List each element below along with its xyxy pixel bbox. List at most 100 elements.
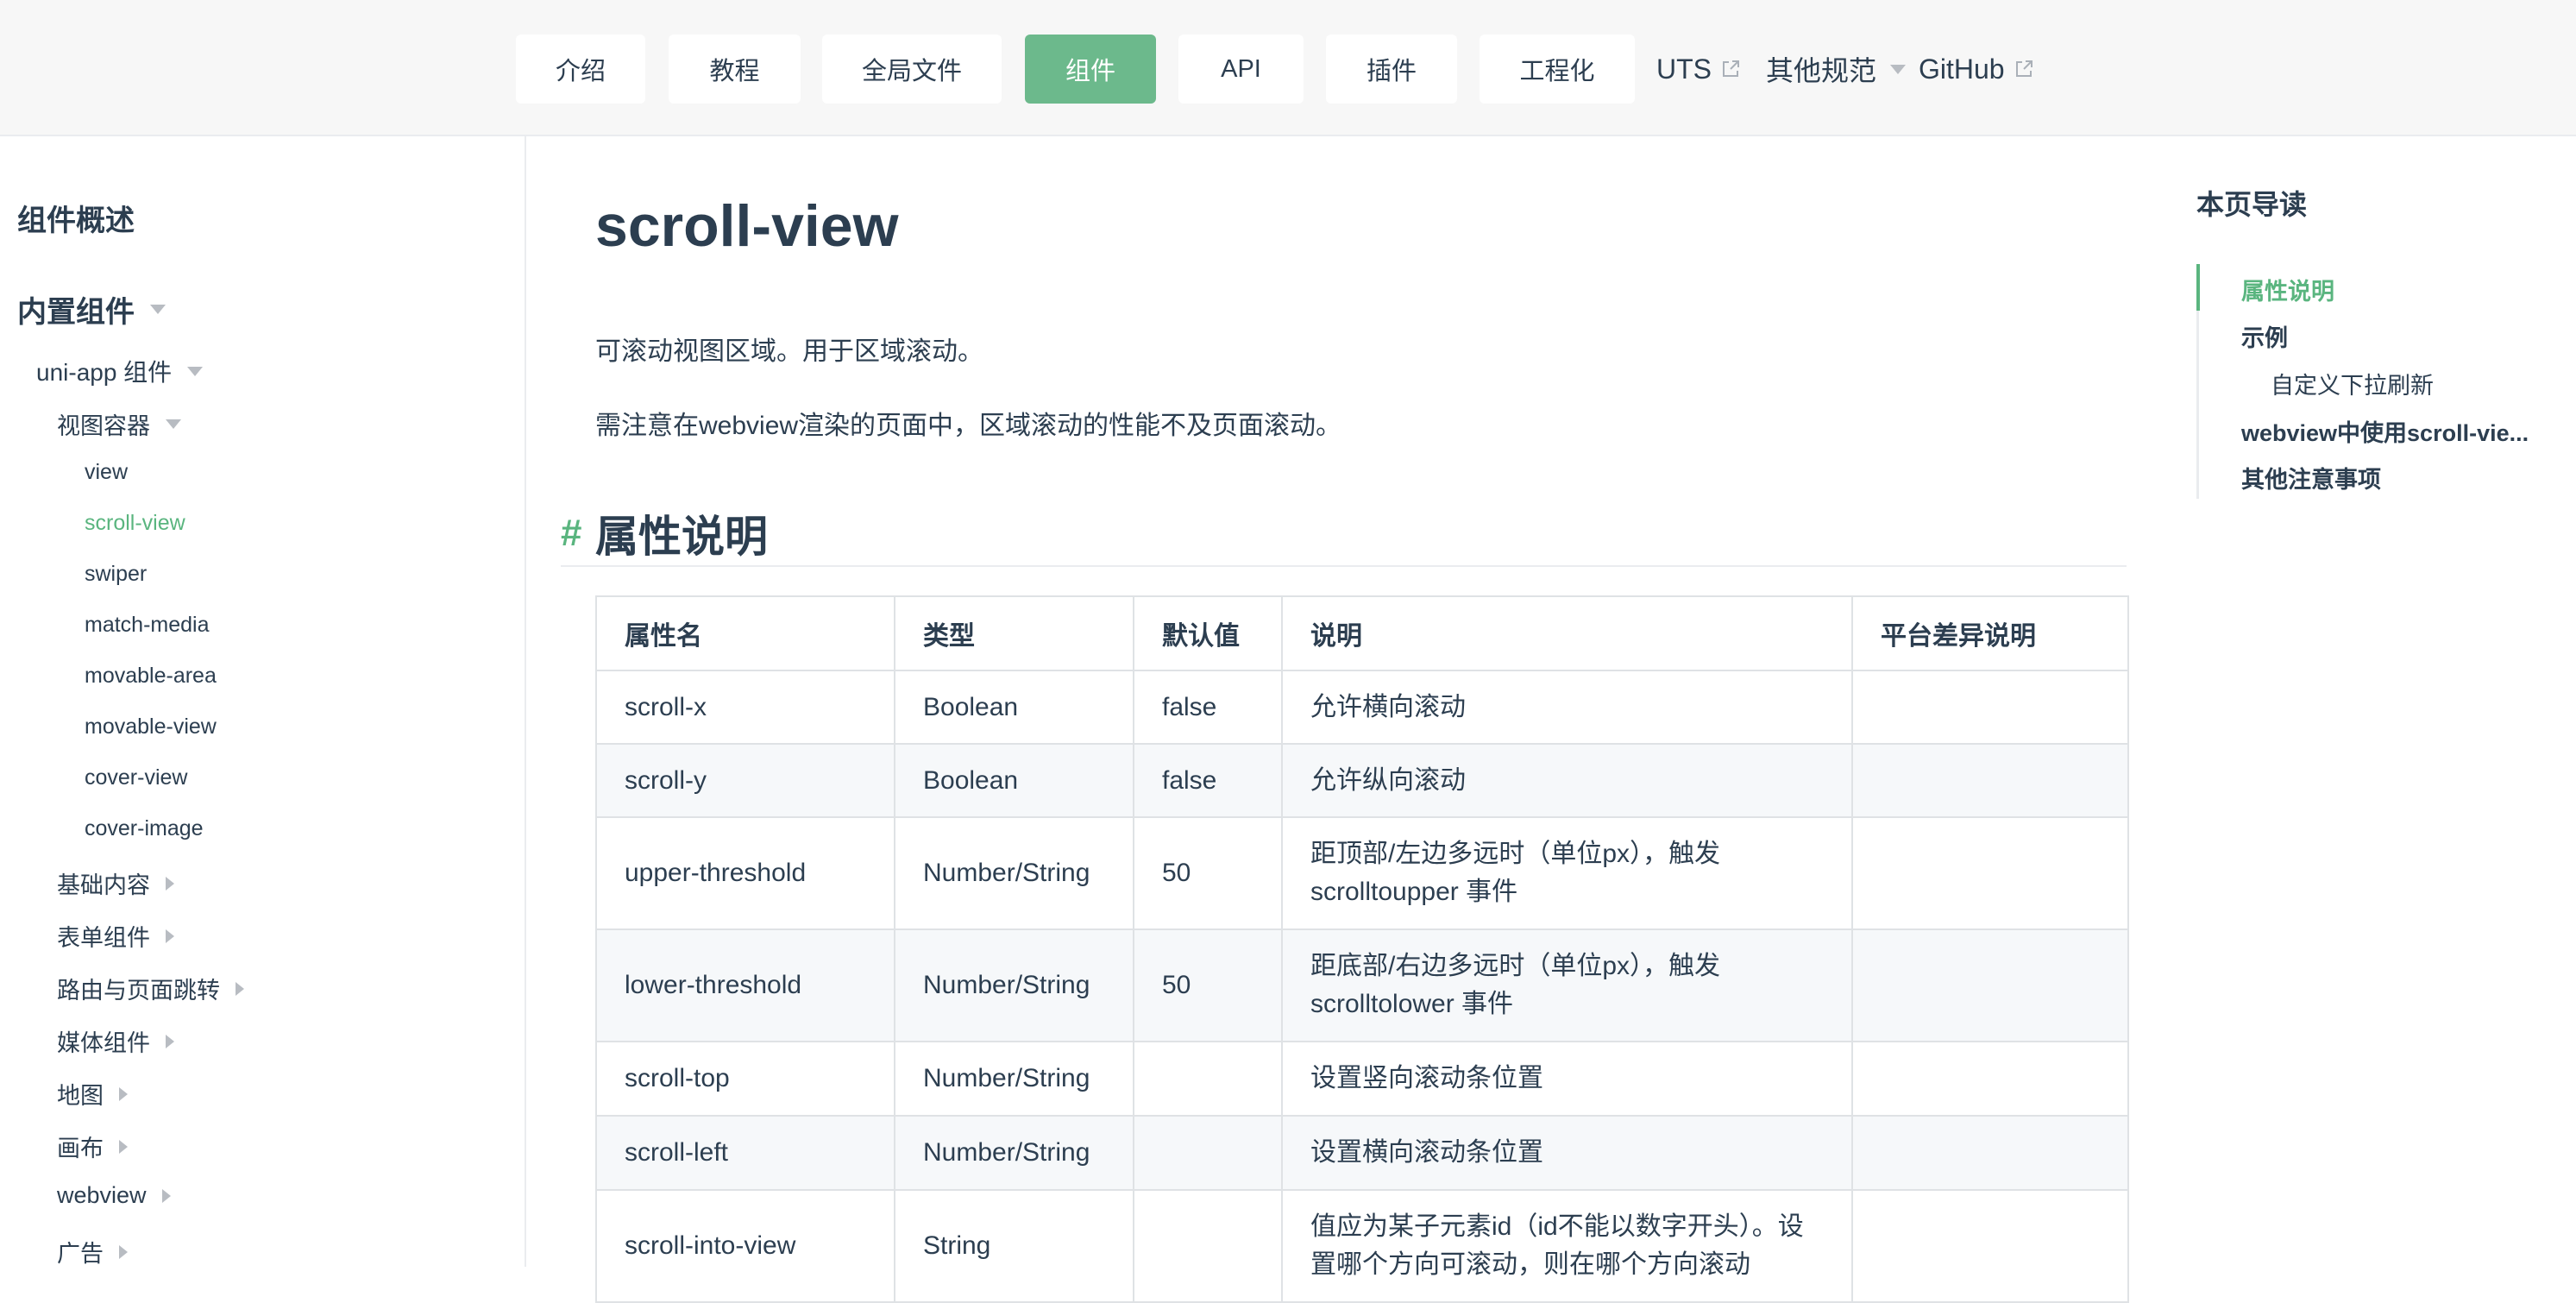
table-row: scroll-x Boolean false 允许横向滚动 xyxy=(596,670,2128,744)
toc-item-custom-refresh[interactable]: 自定义下拉刷新 xyxy=(2271,367,2434,400)
sidebar-item-overview[interactable]: 组件概述 xyxy=(17,197,135,239)
sidebar-item-view[interactable]: view xyxy=(85,460,128,485)
table-row: scroll-y Boolean false 允许纵向滚动 xyxy=(596,744,2128,817)
table-row: scroll-top Number/String 设置竖向滚动条位置 xyxy=(596,1042,2128,1116)
table-cell: 设置竖向滚动条位置 xyxy=(1282,1042,1852,1116)
table-cell xyxy=(1134,1116,1282,1190)
table-cell: scroll-into-view xyxy=(596,1190,895,1302)
toc-item-example[interactable]: 示例 xyxy=(2241,319,2288,353)
table-cell: Number/String xyxy=(895,1116,1134,1190)
table-row: scroll-left Number/String 设置横向滚动条位置 xyxy=(596,1116,2128,1190)
table-header-row: 属性名 类型 默认值 说明 平台差异说明 xyxy=(596,596,2128,670)
sidebar-item-movable-area[interactable]: movable-area xyxy=(85,664,217,689)
sidebar-item-label: 内置组件 xyxy=(17,288,135,330)
table-cell xyxy=(1852,1042,2128,1116)
nav-engineering[interactable]: 工程化 xyxy=(1480,35,1635,104)
chevron-down-icon xyxy=(150,305,166,314)
chevron-right-icon xyxy=(166,877,174,891)
nav-other-specs-label: 其他规范 xyxy=(1766,49,1876,89)
sidebar-group-map[interactable]: 地图 xyxy=(57,1077,128,1111)
table-row: upper-threshold Number/String 50 距顶部/左边多… xyxy=(596,817,2128,929)
table-cell: scroll-x xyxy=(596,670,895,744)
sidebar-group-uniapp[interactable]: uni-app 组件 xyxy=(36,354,203,388)
table-row: lower-threshold Number/String 50 距底部/右边多… xyxy=(596,929,2128,1042)
nav-components[interactable]: 组件 xyxy=(1025,35,1156,104)
table-cell: scroll-left xyxy=(596,1116,895,1190)
table-cell: 值应为某子元素id（id不能以数字开头）。设置哪个方向可滚动，则在哪个方向滚动 xyxy=(1282,1190,1852,1302)
table-cell: false xyxy=(1134,670,1282,744)
table-cell: 距顶部/左边多远时（单位px），触发 scrolltoupper 事件 xyxy=(1282,817,1852,929)
sidebar-group-navigation[interactable]: 路由与页面跳转 xyxy=(57,972,244,1005)
sidebar-group-canvas[interactable]: 画布 xyxy=(57,1130,128,1163)
sidebar-item-label: 广告 xyxy=(57,1235,104,1267)
chevron-right-icon xyxy=(166,929,174,943)
sidebar-item-label: 路由与页面跳转 xyxy=(57,972,220,1005)
sidebar-item-movable-view[interactable]: movable-view xyxy=(85,714,217,740)
nav-global-files[interactable]: 全局文件 xyxy=(822,35,1002,104)
table-cell xyxy=(1852,1116,2128,1190)
sidebar-item-scroll-view[interactable]: scroll-view xyxy=(85,511,185,536)
chevron-right-icon xyxy=(119,1087,128,1101)
nav-intro[interactable]: 介绍 xyxy=(516,35,645,104)
props-table: 属性名 类型 默认值 说明 平台差异说明 scroll-x Boolean fa… xyxy=(595,595,2129,1303)
table-cell xyxy=(1852,670,2128,744)
sidebar-item-label: 地图 xyxy=(57,1077,104,1111)
column-header: 平台差异说明 xyxy=(1852,596,2128,670)
toc-item-notes[interactable]: 其他注意事项 xyxy=(2241,461,2381,494)
section-heading-props: # 属性说明 xyxy=(561,500,2127,567)
chevron-down-icon xyxy=(166,419,181,429)
toc-item-webview-scroll-view[interactable]: webview中使用scroll-vie... xyxy=(2241,414,2529,448)
table-cell: Number/String xyxy=(895,817,1134,929)
table-cell xyxy=(1852,1190,2128,1302)
table-cell: Number/String xyxy=(895,929,1134,1042)
column-header: 类型 xyxy=(895,596,1134,670)
table-cell: Number/String xyxy=(895,1042,1134,1116)
sidebar-group-media[interactable]: 媒体组件 xyxy=(57,1024,174,1058)
nav-tutorial[interactable]: 教程 xyxy=(669,35,801,104)
sidebar-item-label: 视图容器 xyxy=(57,407,150,441)
table-row: scroll-into-view String 值应为某子元素id（id不能以数… xyxy=(596,1190,2128,1302)
table-cell: Boolean xyxy=(895,744,1134,817)
sidebar-item-label: webview xyxy=(57,1182,147,1209)
external-link-icon xyxy=(1720,59,1741,79)
description-paragraph: 可滚动视图区域。用于区域滚动。 xyxy=(595,330,983,368)
sidebar-item-cover-view[interactable]: cover-view xyxy=(85,765,187,790)
sidebar-group-ads[interactable]: 广告 xyxy=(57,1235,128,1267)
performance-note: 需注意在webview渲染的页面中，区域滚动的性能不及页面滚动。 xyxy=(595,404,1341,442)
sidebar-group-builtin[interactable]: 内置组件 xyxy=(17,288,166,330)
nav-other-specs-dropdown[interactable]: 其他规范 xyxy=(1766,35,1906,104)
sidebar-group-webview[interactable]: webview xyxy=(57,1182,171,1209)
sidebar-item-label: 画布 xyxy=(57,1130,104,1163)
table-cell: scroll-y xyxy=(596,744,895,817)
sidebar-group-view-container[interactable]: 视图容器 xyxy=(57,407,181,441)
table-cell xyxy=(1852,817,2128,929)
table-cell: Boolean xyxy=(895,670,1134,744)
top-navbar: 介绍 教程 全局文件 组件 API 插件 工程化 UTS 其他规范 GitHub xyxy=(0,0,2576,136)
page-title: scroll-view xyxy=(595,194,899,259)
toc-item-props[interactable]: 属性说明 xyxy=(2241,273,2334,306)
nav-uts-label: UTS xyxy=(1656,54,1712,85)
sidebar-group-form[interactable]: 表单组件 xyxy=(57,919,174,953)
table-cell: scroll-top xyxy=(596,1042,895,1116)
chevron-right-icon xyxy=(119,1140,128,1154)
sidebar-group-basic-content[interactable]: 基础内容 xyxy=(57,866,174,900)
chevron-right-icon xyxy=(119,1245,128,1259)
table-cell xyxy=(1852,744,2128,817)
nav-github-link[interactable]: GitHub xyxy=(1919,35,2034,104)
table-cell xyxy=(1134,1190,1282,1302)
nav-uts-link[interactable]: UTS xyxy=(1656,35,1741,104)
chevron-down-icon xyxy=(1890,65,1906,74)
toc-active-indicator xyxy=(2196,264,2200,311)
sidebar-item-swiper[interactable]: swiper xyxy=(85,562,147,587)
nav-api[interactable]: API xyxy=(1178,35,1304,104)
external-link-icon xyxy=(2014,59,2034,79)
nav-plugins[interactable]: 插件 xyxy=(1326,35,1457,104)
sidebar-item-cover-image[interactable]: cover-image xyxy=(85,816,204,841)
table-cell: false xyxy=(1134,744,1282,817)
header-anchor-link[interactable]: # xyxy=(561,512,595,555)
table-cell: String xyxy=(895,1190,1134,1302)
sidebar-item-label: 表单组件 xyxy=(57,919,150,953)
table-cell: 50 xyxy=(1134,817,1282,929)
chevron-right-icon xyxy=(236,982,244,996)
sidebar-item-match-media[interactable]: match-media xyxy=(85,613,210,638)
